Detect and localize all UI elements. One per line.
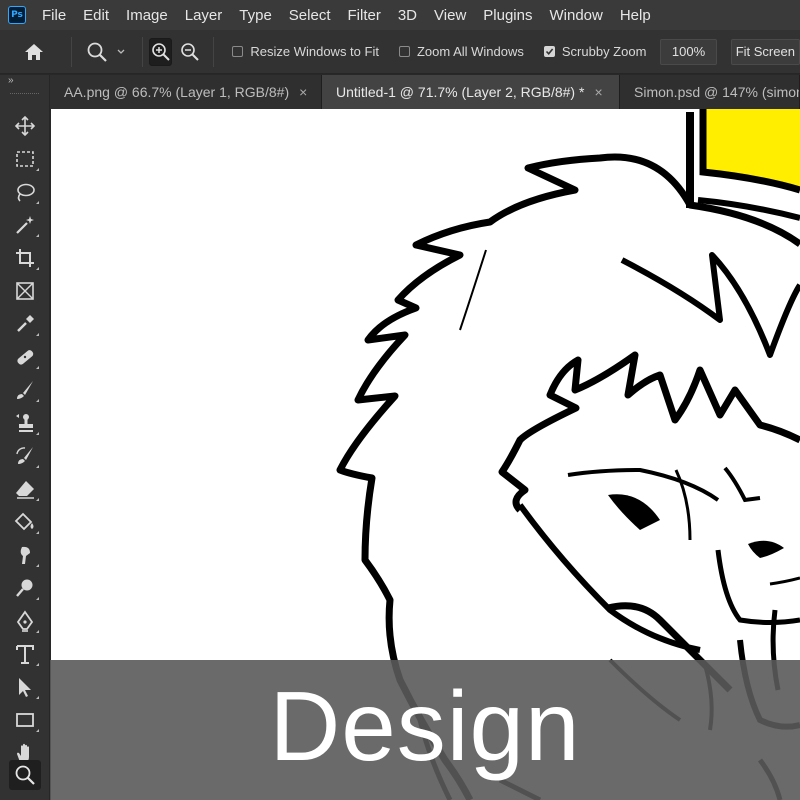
toolbar-grip[interactable] bbox=[10, 93, 39, 97]
collapse-toolbar-button[interactable]: » bbox=[0, 75, 49, 93]
home-button[interactable] bbox=[23, 41, 45, 63]
marquee-tool-icon[interactable] bbox=[9, 144, 41, 174]
rectangle-tool-icon[interactable] bbox=[9, 705, 41, 735]
submenu-indicator bbox=[36, 531, 39, 534]
checkmark-icon bbox=[545, 48, 554, 56]
submenu-indicator bbox=[36, 663, 39, 666]
magic-wand-tool-icon[interactable] bbox=[9, 210, 41, 240]
dodge-tool-icon[interactable] bbox=[9, 573, 41, 603]
submenu-indicator bbox=[36, 432, 39, 435]
zoom-in-button[interactable] bbox=[149, 37, 173, 66]
divider bbox=[213, 36, 215, 67]
submenu-indicator bbox=[36, 333, 39, 336]
zoom-tool-icon[interactable] bbox=[9, 760, 41, 790]
submenu-indicator bbox=[36, 729, 39, 732]
zoom-all-windows-label: Zoom All Windows bbox=[416, 44, 524, 59]
eraser-tool-icon[interactable] bbox=[9, 474, 41, 504]
clone-stamp-tool-icon[interactable] bbox=[9, 408, 41, 438]
healing-brush-tool-icon[interactable] bbox=[9, 342, 41, 372]
scrubby-zoom-label: Scrubby Zoom bbox=[561, 44, 647, 59]
zoom-tool-icon bbox=[87, 42, 107, 62]
menu-view[interactable]: View bbox=[434, 7, 466, 24]
home-icon bbox=[25, 43, 43, 60]
pen-tool-icon[interactable] bbox=[9, 606, 41, 636]
tab-label: Untitled-1 @ 71.7% (Layer 2, RGB/8#) * bbox=[336, 84, 585, 100]
zoom-out-button[interactable] bbox=[178, 38, 201, 66]
submenu-indicator bbox=[36, 234, 39, 237]
type-tool-icon[interactable] bbox=[9, 639, 41, 669]
crop-tool-icon[interactable] bbox=[9, 243, 41, 273]
fit-screen-button[interactable]: Fit Screen bbox=[730, 38, 800, 65]
document-tabs: AA.png @ 66.7% (Layer 1, RGB/8#) × Untit… bbox=[50, 75, 800, 109]
photoshop-logo-icon: Ps bbox=[8, 6, 26, 24]
menu-layer[interactable]: Layer bbox=[185, 7, 223, 24]
menu-window[interactable]: Window bbox=[549, 7, 602, 24]
zoom-in-icon bbox=[151, 42, 170, 61]
resize-windows-label: Resize Windows to Fit bbox=[250, 44, 379, 59]
smudge-tool-icon[interactable] bbox=[9, 540, 41, 570]
checkbox-box[interactable] bbox=[398, 46, 410, 57]
move-tool-icon[interactable] bbox=[9, 111, 41, 141]
tool-preset-picker[interactable] bbox=[86, 41, 126, 63]
lasso-tool-icon[interactable] bbox=[9, 177, 41, 207]
chevron-down-icon bbox=[117, 49, 125, 54]
divider bbox=[71, 36, 72, 67]
submenu-indicator bbox=[36, 399, 39, 402]
close-icon[interactable]: × bbox=[594, 84, 602, 100]
zoom-out-icon bbox=[181, 42, 199, 61]
caption-overlay: Design bbox=[50, 660, 800, 800]
menu-file[interactable]: File bbox=[42, 7, 66, 24]
menu-select[interactable]: Select bbox=[289, 7, 331, 24]
menu-3d[interactable]: 3D bbox=[398, 7, 417, 24]
eyedropper-tool-icon[interactable] bbox=[9, 309, 41, 339]
submenu-indicator bbox=[36, 696, 39, 699]
close-icon[interactable]: × bbox=[299, 84, 307, 100]
menu-help[interactable]: Help bbox=[620, 7, 651, 24]
resize-windows-checkbox[interactable]: Resize Windows to Fit bbox=[232, 44, 379, 59]
submenu-indicator bbox=[36, 630, 39, 633]
menu-bar: Ps File Edit Image Layer Type Select Fil… bbox=[0, 0, 800, 30]
menu-filter[interactable]: Filter bbox=[348, 7, 381, 24]
submenu-indicator bbox=[36, 366, 39, 369]
submenu-indicator bbox=[36, 201, 39, 204]
caption-text: Design bbox=[269, 671, 581, 781]
submenu-indicator bbox=[36, 597, 39, 600]
tab-simon-psd[interactable]: Simon.psd @ 147% (simon bbox=[620, 75, 800, 109]
checkbox-box[interactable] bbox=[232, 46, 244, 57]
submenu-indicator bbox=[36, 564, 39, 567]
submenu-indicator bbox=[36, 498, 39, 501]
tab-untitled-1[interactable]: Untitled-1 @ 71.7% (Layer 2, RGB/8#) * × bbox=[322, 75, 620, 109]
submenu-indicator bbox=[36, 465, 39, 468]
tab-label: Simon.psd @ 147% (simon bbox=[634, 84, 800, 100]
scrubby-zoom-checkbox[interactable]: Scrubby Zoom bbox=[543, 44, 647, 59]
zoom-100-button[interactable]: 100% bbox=[660, 38, 717, 65]
menu-image[interactable]: Image bbox=[126, 7, 168, 24]
photoshop-window: Ps File Edit Image Layer Type Select Fil… bbox=[0, 0, 800, 800]
menu-edit[interactable]: Edit bbox=[83, 7, 109, 24]
tab-label: AA.png @ 66.7% (Layer 1, RGB/8#) bbox=[64, 84, 290, 100]
frame-tool-icon[interactable] bbox=[9, 276, 41, 306]
submenu-indicator bbox=[36, 168, 39, 171]
zoom-all-windows-checkbox[interactable]: Zoom All Windows bbox=[398, 44, 524, 59]
paint-bucket-tool-icon[interactable] bbox=[9, 507, 41, 537]
path-selection-tool-icon[interactable] bbox=[9, 672, 41, 702]
tools-panel: » bbox=[0, 75, 50, 800]
submenu-indicator bbox=[36, 267, 39, 270]
menu-type[interactable]: Type bbox=[239, 7, 272, 24]
brush-tool-icon[interactable] bbox=[9, 375, 41, 405]
tab-aa-png[interactable]: AA.png @ 66.7% (Layer 1, RGB/8#) × bbox=[50, 75, 322, 109]
history-brush-tool-icon[interactable] bbox=[9, 441, 41, 471]
checkbox-box-checked[interactable] bbox=[543, 46, 555, 57]
options-bar: Resize Windows to Fit Zoom All Windows S… bbox=[0, 30, 800, 74]
menu-plugins[interactable]: Plugins bbox=[483, 7, 532, 24]
divider bbox=[142, 36, 143, 67]
